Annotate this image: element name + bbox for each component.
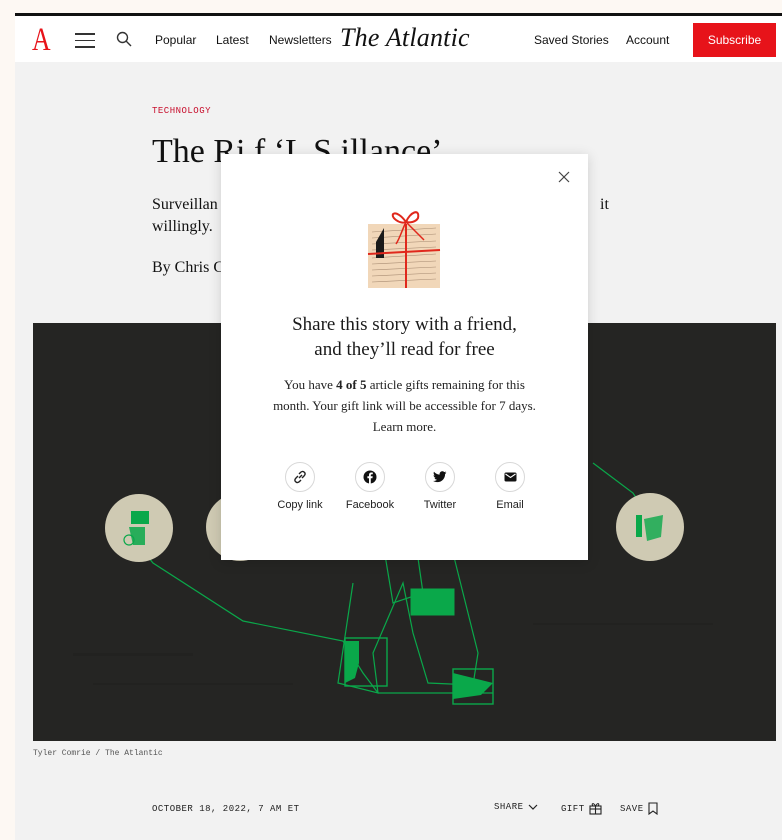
modal-title-line-2: and they’ll read for free xyxy=(314,339,495,360)
email-label: Email xyxy=(496,499,524,511)
modal-title-line-1: Share this story with a friend, xyxy=(292,314,517,335)
gift-icon xyxy=(589,803,602,815)
menu-icon[interactable] xyxy=(75,33,95,48)
facebook-share-button[interactable]: Facebook xyxy=(335,462,405,511)
facebook-label: Facebook xyxy=(345,499,395,511)
link-icon xyxy=(294,470,306,484)
save-button[interactable]: SAVE xyxy=(620,802,658,815)
gifts-remaining-count: 4 of 5 xyxy=(336,377,367,392)
copy-link-label: Copy link xyxy=(277,499,323,511)
share-button[interactable]: SHARE xyxy=(494,802,538,812)
dek-line-2: willingly. xyxy=(152,218,213,235)
gift-box-illustration xyxy=(367,211,441,288)
copy-link-circle xyxy=(285,462,315,492)
nav-latest[interactable]: Latest xyxy=(216,33,249,47)
twitter-icon xyxy=(433,471,447,483)
twitter-circle xyxy=(425,462,455,492)
twitter-share-button[interactable]: Twitter xyxy=(405,462,475,511)
subscribe-button[interactable]: Subscribe xyxy=(693,23,776,57)
twitter-label: Twitter xyxy=(423,499,457,511)
nav-saved-stories[interactable]: Saved Stories xyxy=(534,33,609,47)
modal-title: Share this story with a friend, and they… xyxy=(221,312,588,362)
chevron-down-icon xyxy=(528,804,537,810)
top-nav: A Popular Latest Newsletters The Atlanti… xyxy=(15,13,782,62)
facebook-icon xyxy=(363,470,377,484)
facebook-circle xyxy=(355,462,385,492)
search-icon[interactable] xyxy=(116,31,132,47)
save-label: SAVE xyxy=(620,803,644,814)
nav-account[interactable]: Account xyxy=(626,33,669,47)
byline[interactable]: By Chris C xyxy=(152,259,224,277)
email-share-button[interactable]: Email xyxy=(475,462,545,511)
gift-button[interactable]: GIFT xyxy=(561,802,602,815)
nav-newsletters[interactable]: Newsletters xyxy=(269,33,332,47)
share-options: Copy link Facebook Twitter Email xyxy=(261,462,561,522)
page: A Popular Latest Newsletters The Atlanti… xyxy=(15,13,782,840)
share-label: SHARE xyxy=(494,802,524,812)
masthead[interactable]: The Atlantic xyxy=(340,23,470,53)
publish-date: OCTOBER 18, 2022, 7 AM ET xyxy=(152,804,300,814)
modal-body-prefix: You have xyxy=(284,377,337,392)
close-icon[interactable] xyxy=(557,170,571,184)
nav-popular[interactable]: Popular xyxy=(155,33,196,47)
gift-article-modal: Share this story with a friend, and they… xyxy=(221,154,588,560)
section-label[interactable]: TECHNOLOGY xyxy=(152,106,211,116)
email-icon xyxy=(504,472,516,482)
image-caption: Tyler Comrie / The Atlantic xyxy=(33,749,163,758)
email-circle xyxy=(495,462,525,492)
modal-description: You have 4 of 5 article gifts remaining … xyxy=(271,374,538,437)
dek-line-1-tail: it xyxy=(600,196,609,213)
copy-link-button[interactable]: Copy link xyxy=(265,462,335,511)
bookmark-icon xyxy=(648,802,658,815)
dek-line-1: Surveillan xyxy=(152,196,218,213)
atlantic-logo[interactable]: A xyxy=(32,24,51,57)
gift-label: GIFT xyxy=(561,803,585,814)
